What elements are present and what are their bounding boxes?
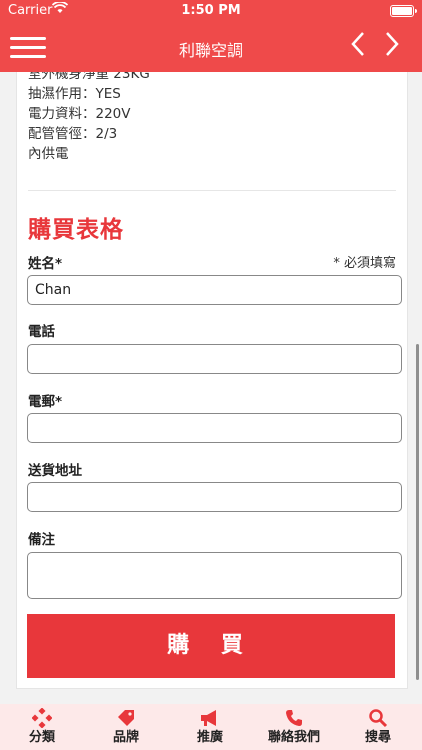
status-bar: Carrier 1:50 PM [0,0,422,22]
spec-line: 電力資料：220V [28,106,131,122]
tab-label: 聯絡我們 [267,730,320,745]
next-arrow-icon[interactable] [378,30,406,62]
spec-line: 抽濕作用：YES [28,86,121,102]
divider [28,190,396,191]
tab-label: 搜尋 [364,730,391,745]
search-icon [336,708,420,730]
tab-search[interactable]: 搜尋 [336,704,420,750]
tab-label: 推廣 [196,730,223,745]
phone-input[interactable] [27,344,402,374]
product-card: 室外機身淨重 23KG 抽濕作用：YES 電力資料：220V 配管管徑：2/3 … [16,72,408,689]
name-input[interactable] [27,275,402,305]
tab-bar: 分類 品牌 推廣 聯絡我們 搜尋 [0,704,422,750]
email-label: 電郵* [28,394,63,410]
scrollbar[interactable] [416,344,419,680]
note-textarea[interactable] [27,552,402,599]
required-note: * 必須填寫 [333,256,396,271]
spec-line: 內供電 [28,146,69,162]
tab-label: 品牌 [112,730,139,745]
diamond-grid-icon [0,707,84,730]
battery-icon [390,5,417,17]
product-specs: 室外機身淨重 23KG 抽濕作用：YES 電力資料：220V 配管管徑：2/3 … [28,72,150,164]
megaphone-icon [168,708,252,730]
phone-icon [252,708,336,730]
tab-label: 分類 [28,730,55,745]
spec-line: 配管管徑：2/3 [28,126,118,142]
clock: 1:50 PM [181,3,241,18]
note-label: 備注 [28,532,55,548]
tab-promotions[interactable]: 推廣 [168,704,252,750]
tab-brands[interactable]: 品牌 [84,704,168,750]
phone-label: 電話 [28,324,55,340]
form-title: 購買表格 [28,217,124,243]
tab-categories[interactable]: 分類 [0,704,84,750]
previous-arrow-icon[interactable] [344,30,372,62]
buy-button[interactable]: 購 買 [27,614,395,678]
navigation-bar: 利聯空調 [0,22,422,72]
name-label: 姓名* [28,256,63,272]
email-input[interactable] [27,413,402,443]
address-label: 送貨地址 [28,463,82,479]
tag-icon [84,708,168,730]
spec-line: 室外機身淨重 23KG [28,72,150,82]
tab-contact[interactable]: 聯絡我們 [252,704,336,750]
address-input[interactable] [27,482,402,512]
